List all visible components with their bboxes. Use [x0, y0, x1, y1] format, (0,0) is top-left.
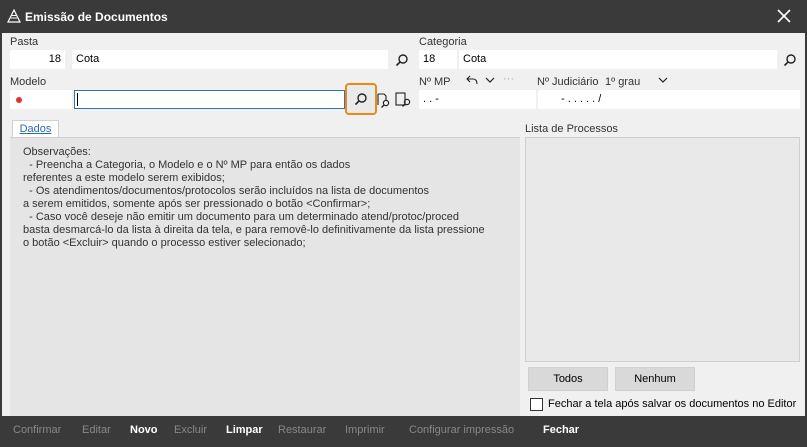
modelo-code-field[interactable] — [10, 90, 72, 109]
configurar-impressao-button[interactable]: Configurar impressão — [409, 424, 514, 436]
title-bar: Emissão de Documentos — [0, 0, 807, 33]
modelo-search-icon — [354, 93, 367, 106]
nmp-more-icon[interactable]: ··· — [503, 73, 514, 85]
limpar-button[interactable]: Limpar — [226, 424, 263, 436]
tab-dados[interactable]: Dados — [12, 120, 59, 138]
footer-toolbar: Confirmar Editar Novo Excluir Limpar Res… — [2, 416, 805, 445]
observacoes-text: Observações: - Preencha a Categoria, o M… — [23, 146, 485, 249]
window-title: Emissão de Documentos — [25, 10, 168, 24]
grau-label[interactable]: 1º grau — [605, 76, 640, 88]
document-list-search-icon[interactable] — [395, 91, 413, 109]
pasta-search-icon[interactable] — [393, 51, 411, 69]
pasta-code-field[interactable]: 18 — [10, 50, 65, 69]
confirmar-button[interactable]: Confirmar — [13, 424, 61, 436]
nmp-label: Nº MP — [419, 76, 451, 88]
processos-label: Lista de Processos — [525, 123, 618, 135]
document-search-icon[interactable] — [375, 91, 393, 109]
categoria-search-icon[interactable] — [781, 51, 799, 69]
pasta-name-field[interactable]: Cota — [72, 50, 388, 69]
judiciario-label: Nº Judiciário — [537, 76, 599, 88]
novo-button[interactable]: Novo — [130, 424, 158, 436]
categoria-label: Categoria — [419, 36, 467, 48]
undo-icon[interactable] — [465, 73, 479, 87]
text-cursor — [77, 93, 78, 106]
excluir-button[interactable]: Excluir — [174, 424, 207, 436]
nenhum-button[interactable]: Nenhum — [615, 367, 695, 391]
required-indicator — [16, 97, 22, 103]
fechar-button[interactable]: Fechar — [543, 424, 579, 436]
grau-chevron-down-icon[interactable] — [656, 73, 670, 87]
close-icon[interactable] — [775, 7, 793, 25]
processos-list[interactable] — [525, 137, 800, 362]
dados-panel: Observações: - Preencha a Categoria, o M… — [10, 137, 520, 439]
chevron-down-icon[interactable] — [483, 73, 497, 87]
modelo-search-button[interactable] — [345, 83, 377, 115]
categoria-name-field[interactable]: Cota — [459, 50, 777, 69]
fechar-tela-checkbox[interactable] — [530, 397, 543, 411]
fechar-tela-label: Fechar a tela após salvar os documentos … — [548, 398, 797, 410]
restaurar-button[interactable]: Restaurar — [278, 424, 326, 436]
todos-button[interactable]: Todos — [528, 367, 608, 391]
app-icon — [7, 9, 21, 23]
categoria-code-field[interactable]: 18 — [419, 50, 457, 69]
pasta-label: Pasta — [10, 36, 39, 48]
editar-button[interactable]: Editar — [82, 424, 111, 436]
client-area: Pasta 18 Cota Categoria 18 Cota Modelo N… — [2, 33, 805, 445]
imprimir-button[interactable]: Imprimir — [345, 424, 385, 436]
modelo-label: Modelo — [10, 76, 47, 88]
judiciario-field[interactable]: - . . . . . / — [538, 90, 800, 109]
modelo-name-field[interactable] — [74, 90, 345, 109]
fechar-tela-option[interactable]: Fechar a tela após salvar os documentos … — [530, 397, 796, 411]
nmp-field[interactable]: . . - — [419, 90, 536, 109]
